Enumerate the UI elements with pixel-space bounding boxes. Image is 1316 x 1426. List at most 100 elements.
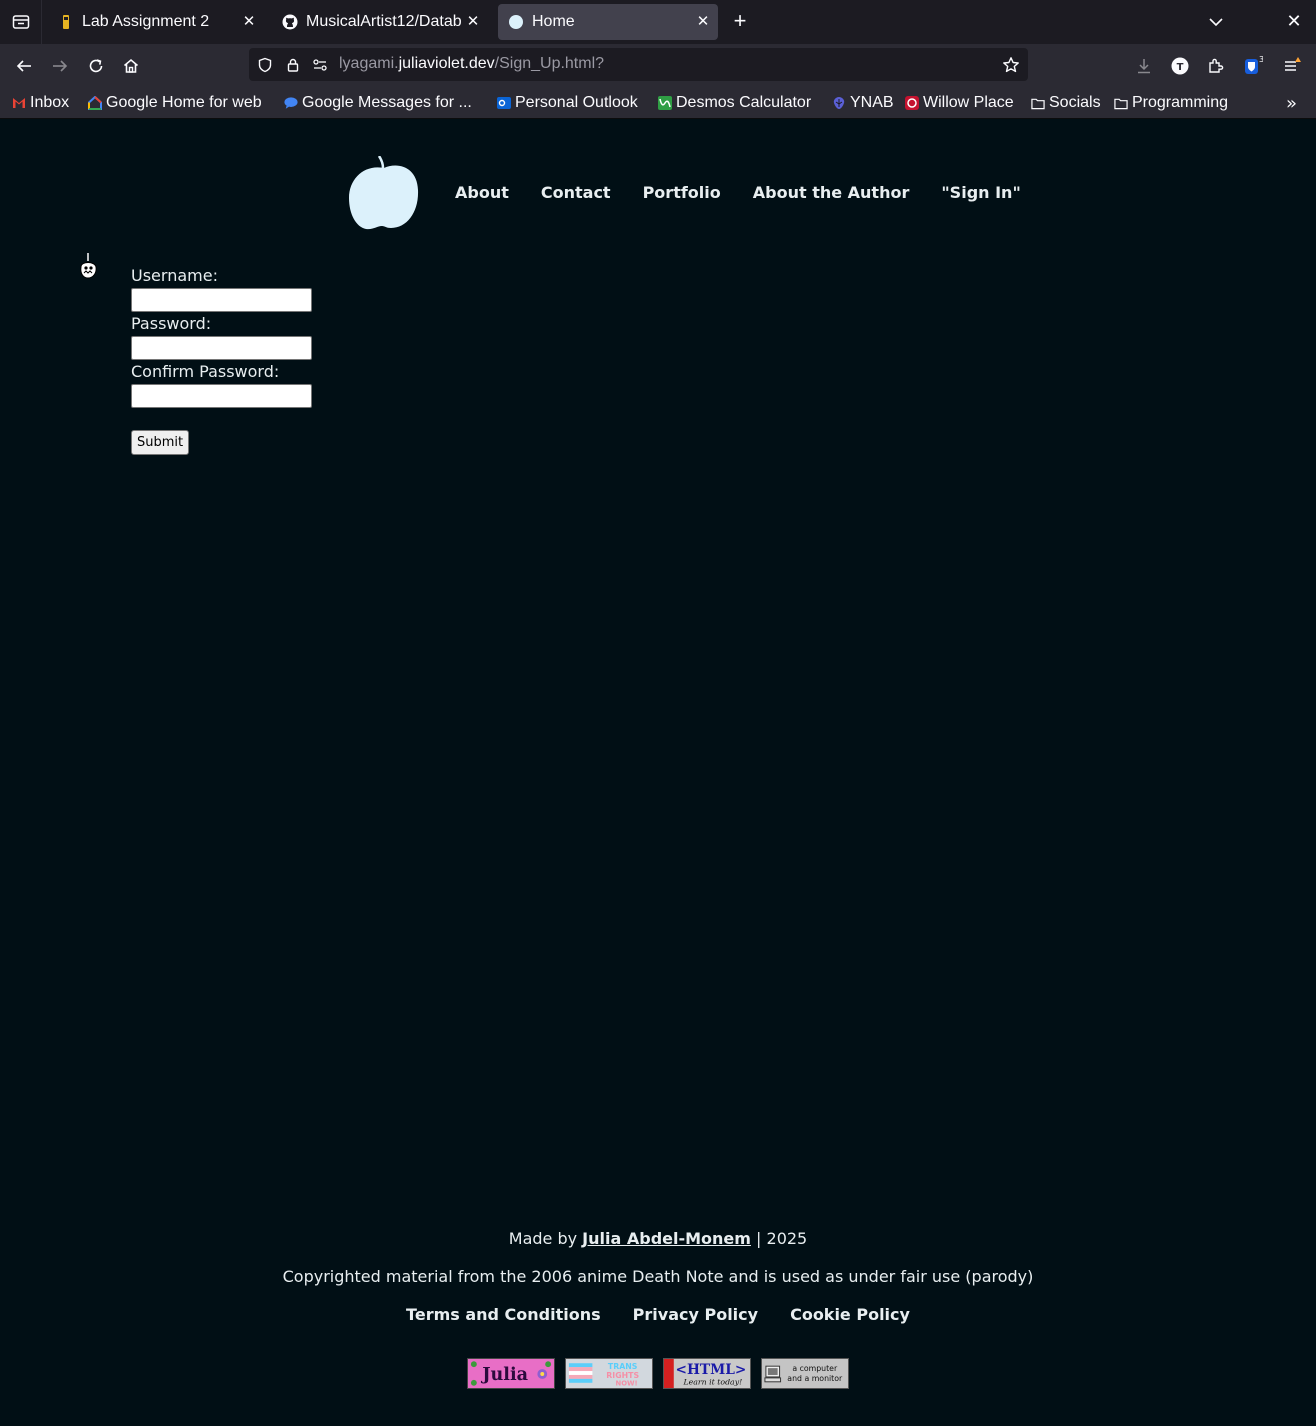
list-all-tabs-button[interactable] bbox=[1205, 12, 1227, 32]
outlook-icon bbox=[497, 96, 511, 110]
folder-icon bbox=[1114, 96, 1128, 110]
github-icon bbox=[282, 14, 298, 30]
legal-links: Terms and Conditions Privacy Policy Cook… bbox=[0, 1296, 1316, 1334]
html-badge[interactable]: <HTML> Learn it today! bbox=[663, 1358, 751, 1389]
username-field[interactable] bbox=[131, 288, 312, 312]
page-content: About Contact Portfolio About the Author… bbox=[0, 120, 1316, 1426]
nav-link-about-author[interactable]: About the Author bbox=[753, 183, 910, 202]
arrow-left-icon bbox=[16, 60, 31, 72]
bookmark-ynab[interactable]: YNAB bbox=[832, 92, 894, 114]
arrow-right-icon bbox=[53, 60, 68, 72]
reload-icon bbox=[89, 59, 103, 73]
svg-text:a computer: a computer bbox=[792, 1364, 838, 1373]
apple-logo[interactable] bbox=[349, 156, 419, 230]
bitwarden-icon[interactable]: 3 bbox=[1243, 56, 1263, 76]
username-label: Username: bbox=[131, 266, 218, 285]
svg-text:<HTML>: <HTML> bbox=[676, 1362, 747, 1378]
close-icon[interactable]: ✕ bbox=[694, 13, 712, 31]
account-avatar-icon[interactable]: T bbox=[1170, 56, 1190, 76]
submit-button[interactable]: Submit bbox=[131, 430, 190, 455]
bookmark-personal-outlook[interactable]: Personal Outlook bbox=[497, 92, 638, 114]
url-bar[interactable]: lyagami.juliaviolet.dev/Sign_Up.html? bbox=[249, 48, 1028, 81]
author-link[interactable]: Julia Abdel-Monem bbox=[582, 1229, 751, 1248]
svg-text:NOW!: NOW! bbox=[616, 1380, 638, 1388]
bookmark-desmos[interactable]: Desmos Calculator bbox=[658, 92, 811, 114]
terms-link[interactable]: Terms and Conditions bbox=[406, 1296, 601, 1334]
window-close-button[interactable]: ✕ bbox=[1283, 10, 1305, 34]
back-button[interactable] bbox=[10, 52, 38, 80]
flag-icon bbox=[58, 14, 74, 30]
bookmark-folder-programming[interactable]: Programming bbox=[1114, 92, 1228, 114]
bookmark-willow-place[interactable]: Willow Place bbox=[905, 92, 1014, 114]
tab-home[interactable]: Home ✕ bbox=[498, 4, 718, 40]
cookie-link[interactable]: Cookie Policy bbox=[790, 1296, 910, 1334]
google-home-icon bbox=[88, 96, 102, 110]
site-nav: About Contact Portfolio About the Author… bbox=[455, 183, 1021, 202]
home-icon bbox=[123, 58, 139, 73]
chevron-double-right-icon: » bbox=[1286, 93, 1298, 114]
plus-icon: + bbox=[733, 8, 747, 33]
computer-badge-art: a computer and a monitor bbox=[762, 1359, 848, 1388]
willow-icon bbox=[905, 96, 919, 110]
extensions-icon[interactable] bbox=[1206, 56, 1226, 76]
privacy-link[interactable]: Privacy Policy bbox=[633, 1296, 758, 1334]
lock-icon[interactable] bbox=[284, 56, 302, 74]
svg-text:and a monitor: and a monitor bbox=[787, 1374, 843, 1383]
close-icon[interactable]: ✕ bbox=[464, 13, 482, 31]
shield-icon[interactable] bbox=[256, 56, 274, 74]
tab-title: Lab Assignment 2 bbox=[82, 13, 210, 30]
confirm-password-label: Confirm Password: bbox=[131, 362, 280, 381]
svg-text:Julia: Julia bbox=[480, 1364, 528, 1385]
new-tab-button[interactable]: + bbox=[728, 10, 752, 34]
tab-github[interactable]: MusicalArtist12/Datab ✕ bbox=[272, 4, 488, 40]
password-field[interactable] bbox=[131, 336, 312, 360]
menu-icon[interactable] bbox=[1282, 56, 1302, 76]
tab-bar: Lab Assignment 2 ✕ MusicalArtist12/Datab… bbox=[0, 0, 1316, 44]
password-label: Password: bbox=[131, 314, 212, 333]
messages-icon bbox=[284, 96, 298, 110]
html-badge-art: <HTML> Learn it today! bbox=[664, 1359, 750, 1388]
trans-rights-badge[interactable]: TRANS RIGHTS NOW! bbox=[565, 1358, 653, 1389]
close-icon[interactable]: ✕ bbox=[240, 13, 258, 31]
permissions-icon[interactable] bbox=[311, 56, 329, 74]
bookmark-google-home[interactable]: Google Home for web bbox=[88, 92, 262, 114]
folder-icon bbox=[1031, 96, 1045, 110]
circle-icon bbox=[508, 14, 524, 30]
tab-title: MusicalArtist12/Datab bbox=[306, 13, 462, 30]
made-by-line: Made by Julia Abdel-Monem | 2025 bbox=[508, 1229, 808, 1248]
bookmarks-overflow-button[interactable]: » bbox=[1286, 93, 1297, 114]
computer-monitor-badge[interactable]: a computer and a monitor bbox=[761, 1358, 849, 1389]
reload-button[interactable] bbox=[82, 52, 110, 80]
nav-link-contact[interactable]: Contact bbox=[541, 183, 611, 202]
bookmark-google-messages[interactable]: Google Messages for ... bbox=[284, 92, 472, 114]
tab-title: Home bbox=[532, 13, 575, 30]
badge-row: Julia TRANS RIGHTS NOW! <HTML> Learn it … bbox=[467, 1358, 849, 1389]
bookmarks-toolbar: Inbox Google Home for web Google Message… bbox=[0, 88, 1316, 119]
home-button[interactable] bbox=[117, 52, 145, 80]
nav-link-about[interactable]: About bbox=[455, 183, 509, 202]
confirm-password-field[interactable] bbox=[131, 384, 312, 408]
sign-up-form: Username: Password: Confirm Password: Su… bbox=[131, 266, 331, 455]
julia-badge[interactable]: Julia bbox=[467, 1358, 555, 1389]
svg-text:RIGHTS: RIGHTS bbox=[606, 1371, 639, 1380]
copyright-notice: Copyrighted material from the 2006 anime… bbox=[282, 1267, 1034, 1286]
tab-lab-assignment[interactable]: Lab Assignment 2 ✕ bbox=[48, 4, 264, 40]
tab-list-button[interactable] bbox=[0, 0, 42, 44]
url-text: lyagami.juliaviolet.dev/Sign_Up.html? bbox=[339, 55, 605, 72]
svg-text:T: T bbox=[1177, 62, 1184, 73]
gmail-icon bbox=[12, 96, 26, 110]
ryuk-cursor-icon bbox=[80, 253, 97, 279]
julia-badge-art: Julia bbox=[468, 1359, 554, 1388]
download-icon[interactable] bbox=[1134, 56, 1154, 76]
nav-toolbar: lyagami.juliaviolet.dev/Sign_Up.html? T … bbox=[0, 44, 1316, 88]
nav-link-sign-in[interactable]: "Sign In" bbox=[941, 183, 1020, 202]
close-icon: ✕ bbox=[1286, 11, 1302, 32]
star-icon[interactable] bbox=[1002, 56, 1020, 74]
chevron-down-icon bbox=[1209, 18, 1223, 27]
site-footer: Made by Julia Abdel-Monem | 2025 Copyrig… bbox=[0, 1220, 1316, 1334]
trans-flag-art: TRANS RIGHTS NOW! bbox=[566, 1359, 652, 1388]
forward-button[interactable] bbox=[46, 52, 74, 80]
nav-link-portfolio[interactable]: Portfolio bbox=[643, 183, 721, 202]
bookmark-inbox[interactable]: Inbox bbox=[12, 92, 69, 114]
bookmark-folder-socials[interactable]: Socials bbox=[1031, 92, 1101, 114]
